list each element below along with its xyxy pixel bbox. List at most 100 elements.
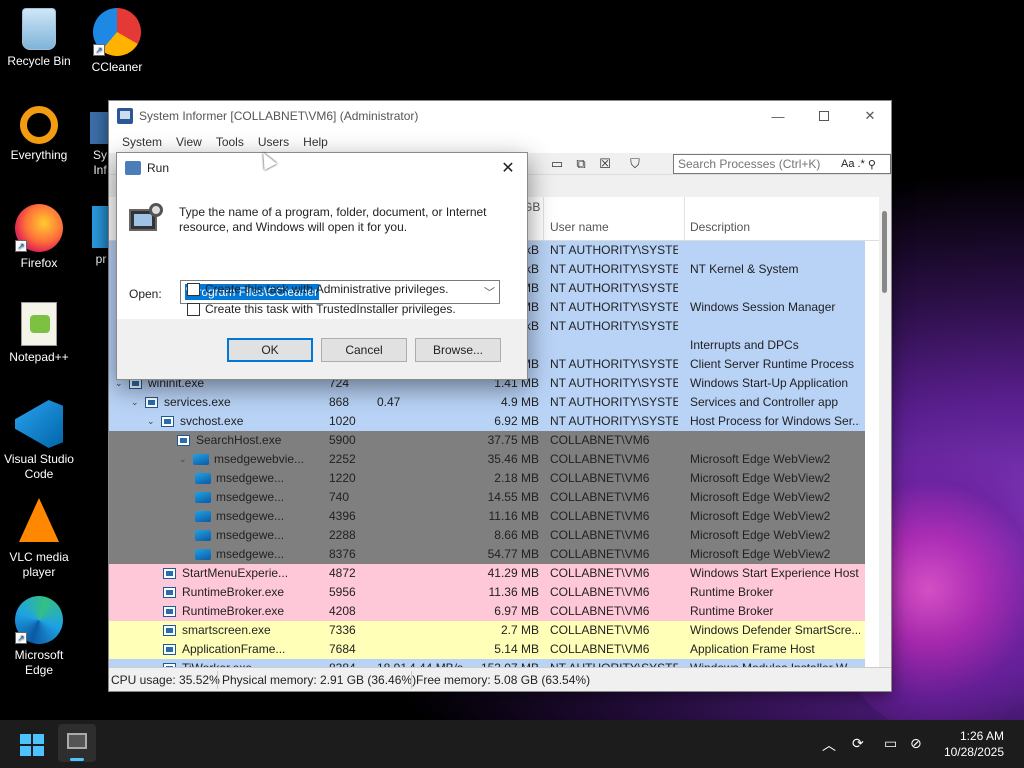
column-description[interactable]: Description — [690, 220, 750, 234]
ok-button[interactable]: OK — [227, 338, 313, 362]
expand-toggle-icon[interactable]: ⌄ — [147, 416, 157, 427]
recycle-bin-icon — [22, 8, 56, 50]
trustedinstaller-checkbox[interactable]: Create this task with TrustedInstaller p… — [187, 302, 456, 316]
table-row[interactable]: SearchHost.exe 5900 37.75 MB COLLABNET\VM6 — [109, 431, 865, 450]
table-row[interactable]: msedgewe... 2288 8.66 MB COLLABNET\VM6 Micro… — [109, 526, 865, 545]
window-icon[interactable]: ▭ — [549, 156, 565, 172]
menu-view[interactable]: View — [169, 135, 209, 149]
everything-icon — [20, 106, 58, 144]
table-row[interactable]: ApplicationFrame... 7684 5.14 MB COLLABNET\… — [109, 640, 865, 659]
table-row[interactable]: TiWorker.exe838418.914.44 MB/s153.07 MBN… — [109, 659, 865, 667]
process-name-cell[interactable]: msedgewe... — [195, 528, 319, 542]
table-row[interactable]: StartMenuExperie... 4872 41.29 MB COLLABNET… — [109, 564, 865, 583]
process-name-cell[interactable]: msedgewe... — [195, 547, 319, 561]
table-row[interactable]: RuntimeBroker.exe 4208 6.97 MB COLLABNET\VM… — [109, 602, 865, 621]
search-box[interactable]: Aa .* ⚲ — [673, 154, 891, 174]
process-name-cell[interactable]: SearchHost.exe — [163, 433, 319, 447]
edge-webview-icon — [195, 491, 211, 503]
chevron-down-icon[interactable]: ﹀ — [484, 284, 495, 300]
process-name-cell[interactable]: StartMenuExperie... — [163, 566, 319, 580]
expand-toggle-icon[interactable]: ⌄ — [131, 397, 141, 408]
process-name-cell[interactable]: ⌄ msedgewebvie... — [179, 452, 319, 466]
process-name-cell[interactable]: RuntimeBroker.exe — [163, 604, 319, 618]
close-button[interactable]: ✕ — [847, 101, 893, 131]
desktop-icon-vscode[interactable]: Visual Studio Code — [0, 400, 78, 482]
user-name-cell: NT AUTHORITY\SYSTEM — [550, 300, 678, 314]
menu-users[interactable]: Users — [251, 135, 296, 149]
match-case-toggle[interactable]: Aa — [841, 158, 854, 170]
process-name-cell[interactable]: ⌄ svchost.exe — [147, 414, 319, 428]
desktop-icon-ccleaner[interactable]: ↗ CCleaner — [78, 8, 156, 75]
desktop-icon-vlc[interactable]: VLC media player — [0, 498, 78, 580]
table-row[interactable]: msedgewe... 8376 54.77 MB COLLABNET\VM6 Micr… — [109, 545, 865, 564]
find-window-icon[interactable]: ⧉ — [573, 156, 589, 172]
table-row[interactable]: ⌄ services.exe 868 0.47 4.9 MB NT AUTHORITY\S… — [109, 393, 865, 412]
process-name-cell[interactable]: msedgewe... — [195, 509, 319, 523]
menu-help[interactable]: Help — [296, 135, 335, 149]
vertical-scrollbar[interactable] — [879, 197, 891, 667]
desktop-icon-firefox[interactable]: ↗ Firefox — [0, 204, 78, 271]
process-name-cell[interactable]: msedgewe... — [195, 490, 319, 504]
table-row[interactable]: msedgewe... 740 14.55 MB COLLABNET\VM6 Micro… — [109, 488, 865, 507]
menu-system[interactable]: System — [115, 135, 169, 149]
process-name-cell[interactable]: ⌄ services.exe — [131, 395, 319, 409]
taskbar: ︿ ⟳ ▭ ⊘ 1:26 AM 10/28/2025 — [0, 720, 1024, 768]
run-close-button[interactable]: ✕ — [497, 158, 519, 178]
desktop-icon-label: Visual Studio Code — [4, 452, 74, 481]
expand-toggle-icon[interactable]: ⌄ — [179, 454, 189, 465]
chevron-up-icon[interactable]: ︿ — [822, 735, 836, 755]
process-name-cell[interactable]: ApplicationFrame... — [163, 642, 319, 656]
checkbox-box[interactable] — [187, 302, 200, 316]
minimize-button[interactable]: — — [755, 101, 801, 131]
desktop-icon-recycle-bin[interactable]: Recycle Bin — [0, 8, 78, 69]
edge-webview-icon — [195, 472, 211, 484]
table-row[interactable]: ⌄ msedgewebvie... 2252 35.46 MB COLLABNET\VM… — [109, 450, 865, 469]
search-icon[interactable]: ⚲ — [868, 158, 876, 171]
desktop-icon-edge[interactable]: ↗ Microsoft Edge — [0, 596, 78, 678]
process-id-cell: 5900 — [329, 433, 356, 447]
title-bar[interactable]: System Informer [COLLABNET\VM6] (Adminis… — [109, 101, 891, 131]
regex-toggle[interactable]: .* — [857, 158, 864, 170]
app-icon — [92, 206, 108, 248]
clock-date: 10/28/2025 — [943, 745, 1004, 759]
scrollbar-thumb[interactable] — [882, 211, 887, 293]
edge-webview-icon — [195, 529, 211, 541]
maximize-button[interactable] — [801, 101, 847, 131]
system-informer-icon — [117, 108, 133, 124]
table-row[interactable]: ⌄ svchost.exe 1020 6.92 MB NT AUTHORITY\SYST… — [109, 412, 865, 431]
run-dialog[interactable]: Run ✕ Type the name of a program, folder… — [116, 152, 528, 380]
start-button[interactable] — [20, 734, 44, 756]
run-description: Type the name of a program, folder, docu… — [179, 205, 487, 234]
desktop-icon-partial-si[interactable]: Sy Inf — [90, 112, 110, 178]
run-title-bar[interactable]: Run ✕ — [117, 153, 527, 183]
admin-privileges-checkbox[interactable]: Create this task with Administrative pri… — [187, 282, 448, 296]
desktop-icon-label: Recycle Bin — [7, 54, 71, 68]
display-icon[interactable]: ▭ — [884, 735, 897, 752]
search-input[interactable] — [678, 157, 838, 171]
table-row[interactable]: smartscreen.exe 7336 2.7 MB COLLABNET\VM6 Wi… — [109, 621, 865, 640]
shield-icon[interactable]: ⛉ — [627, 156, 643, 172]
process-name-cell[interactable]: smartscreen.exe — [163, 623, 319, 637]
clock[interactable]: 1:26 AM 10/28/2025 — [944, 728, 1004, 760]
table-row[interactable]: RuntimeBroker.exe 5956 11.36 MB COLLABNET\V… — [109, 583, 865, 602]
description-cell: Client Server Runtime Process — [690, 357, 855, 371]
sync-icon[interactable]: ⟳ — [852, 735, 864, 752]
browse-button[interactable]: Browse... — [415, 338, 501, 362]
menu-tools[interactable]: Tools — [209, 135, 251, 149]
desktop-icon-label: VLC media player — [9, 550, 69, 579]
table-row[interactable]: msedgewe... 4396 11.16 MB COLLABNET\VM6 Micr… — [109, 507, 865, 526]
user-name-cell: COLLABNET\VM6 — [550, 490, 650, 504]
cancel-button[interactable]: Cancel — [321, 338, 407, 362]
user-name-cell: NT AUTHORITY\SYSTEM — [550, 243, 678, 257]
process-name-cell[interactable]: RuntimeBroker.exe — [163, 585, 319, 599]
desktop-icon-notepadpp[interactable]: Notepad++ — [0, 302, 78, 365]
checkbox-box[interactable] — [187, 282, 200, 296]
table-row[interactable]: msedgewe... 1220 2.18 MB COLLABNET\VM6 Micro… — [109, 469, 865, 488]
desktop-icon-everything[interactable]: Everything — [0, 106, 78, 163]
kill-window-icon[interactable]: ☒ — [597, 156, 613, 172]
taskbar-system-informer[interactable] — [58, 724, 96, 762]
process-name-cell[interactable]: msedgewe... — [195, 471, 319, 485]
column-user-name[interactable]: User name — [550, 220, 609, 234]
network-icon[interactable]: ⊘ — [910, 735, 922, 752]
description-cell: Microsoft Edge WebView2 — [690, 490, 831, 504]
